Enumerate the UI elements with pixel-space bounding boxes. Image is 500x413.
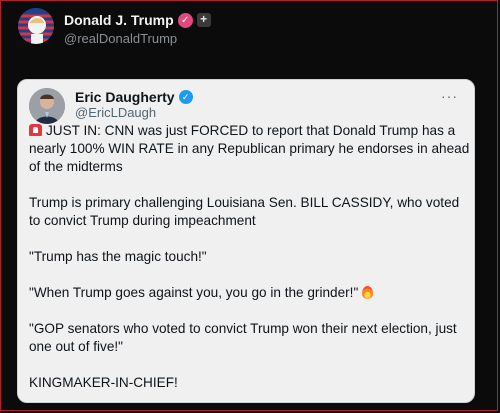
- post-paragraph-text: Trump is primary challenging Louisiana S…: [29, 195, 463, 228]
- verified-badge-icon: ✓: [178, 90, 193, 104]
- quoted-user-handle[interactable]: @EricLDaugh: [75, 105, 156, 120]
- post-paragraph-text: KINGMAKER-IN-CHIEF!: [29, 375, 178, 390]
- post-paragraph-text: "When Trump goes against you, you go in …: [29, 285, 359, 300]
- post-paragraph: Trump is primary challenging Louisiana S…: [29, 194, 471, 230]
- quoted-avatar-image: [29, 88, 65, 124]
- post-paragraph: JUST IN: CNN was just FORCED to report t…: [29, 122, 471, 176]
- post-header: Donald J. Trump ✓ + @realDonaldTrump: [18, 8, 488, 48]
- profile-avatar[interactable]: [18, 8, 54, 44]
- quoted-avatar[interactable]: [29, 88, 65, 124]
- fire-icon: [362, 286, 374, 299]
- post-paragraph: "When Trump goes against you, you go in …: [29, 284, 471, 302]
- post-paragraph: "GOP senators who voted to convict Trump…: [29, 320, 471, 356]
- post-paragraph-text: JUST IN: CNN was just FORCED to report t…: [29, 123, 474, 174]
- post-paragraph: KINGMAKER-IN-CHIEF!: [29, 374, 471, 392]
- user-handle[interactable]: @realDonaldTrump: [64, 31, 177, 46]
- rotating-light-icon: [29, 124, 42, 136]
- quoted-post-card[interactable]: Eric Daugherty ✓ @EricLDaugh ··· JUST IN…: [17, 79, 475, 403]
- post-paragraph-text: "GOP senators who voted to convict Trump…: [29, 321, 461, 354]
- more-options-icon[interactable]: ···: [441, 88, 458, 104]
- avatar-image: [18, 8, 54, 44]
- verified-badge-icon: ✓: [177, 12, 193, 28]
- post-paragraph-text: "Trump has the magic touch!": [29, 249, 207, 264]
- quoted-name-row: Eric Daugherty ✓: [75, 89, 193, 105]
- plus-badge-icon[interactable]: +: [196, 13, 211, 27]
- display-name[interactable]: Donald J. Trump: [64, 12, 174, 28]
- quoted-post-text: JUST IN: CNN was just FORCED to report t…: [29, 122, 471, 392]
- post-paragraph: "Trump has the magic touch!": [29, 248, 471, 266]
- quoted-display-name[interactable]: Eric Daugherty: [75, 89, 175, 105]
- name-row: Donald J. Trump ✓ +: [64, 12, 211, 28]
